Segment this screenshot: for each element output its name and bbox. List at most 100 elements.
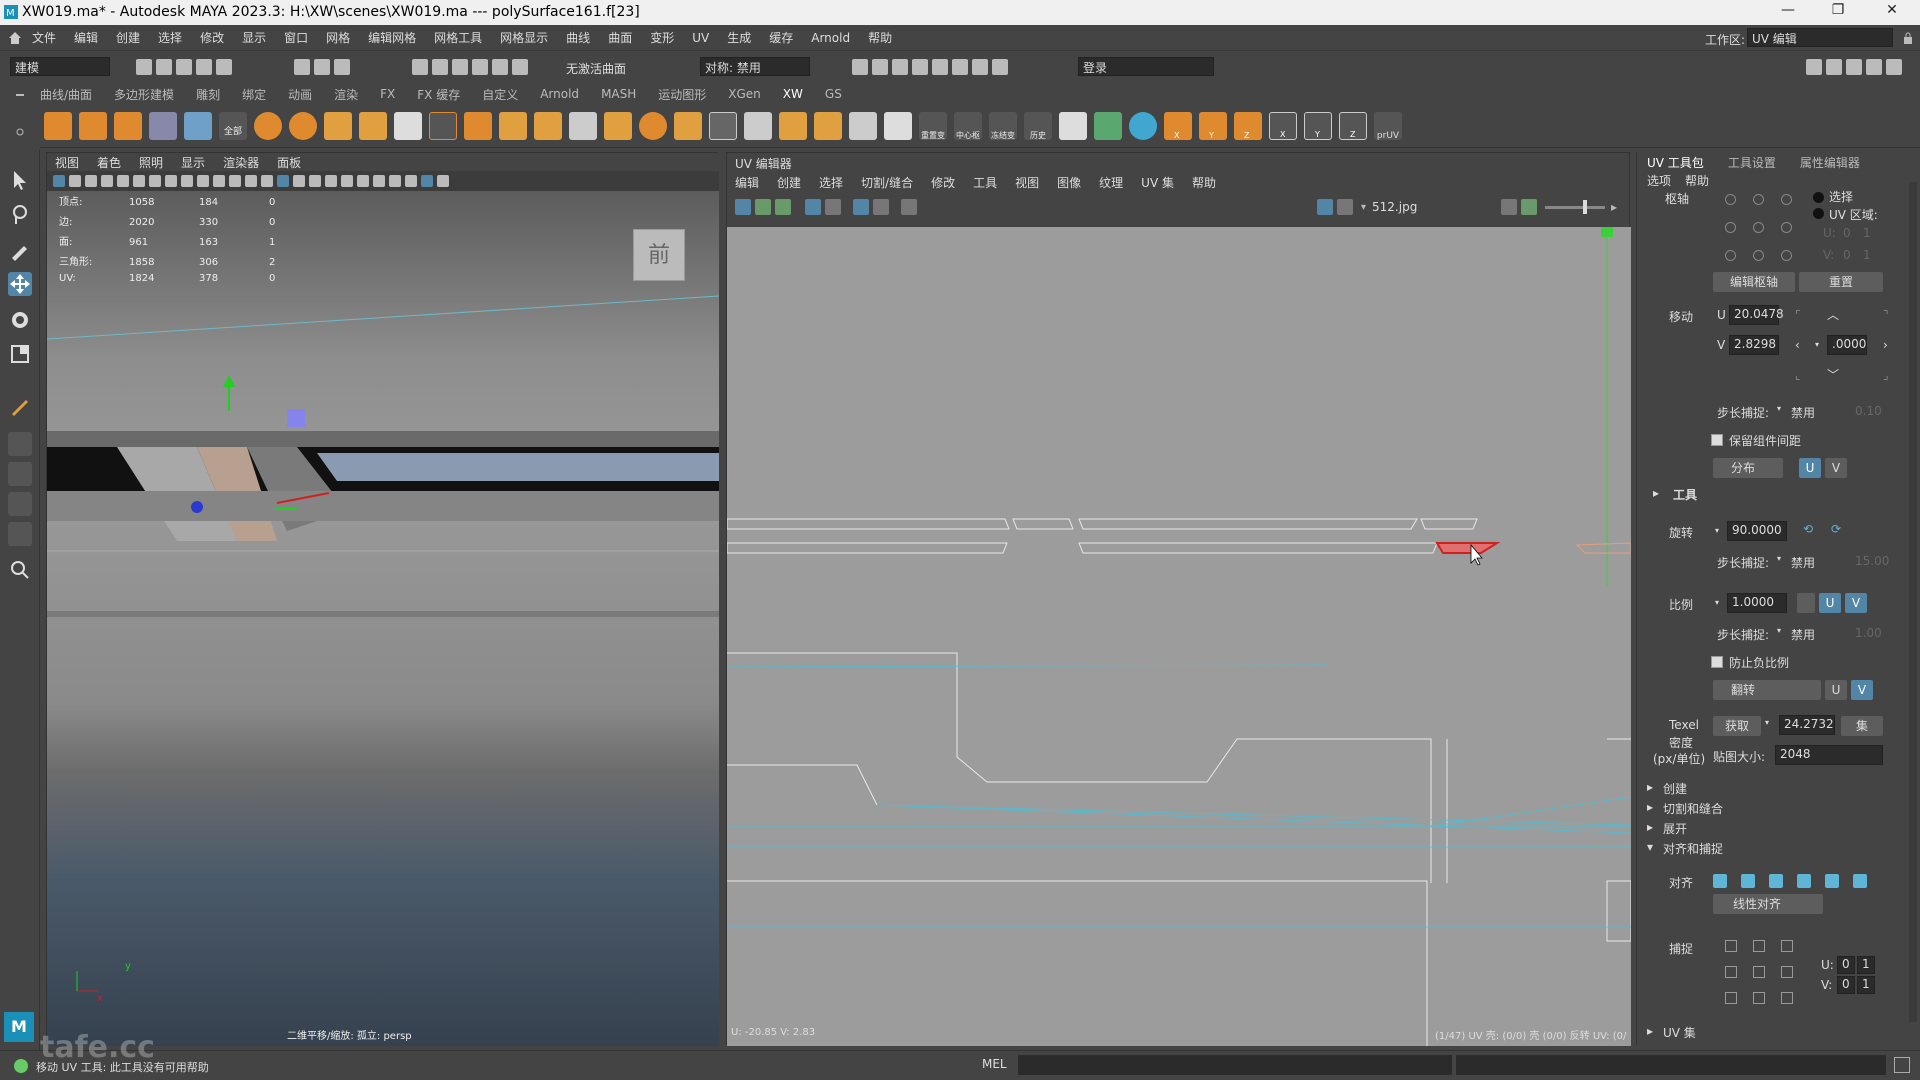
ambient-occlusion-icon[interactable] <box>341 175 353 187</box>
snap-mc-checkbox[interactable] <box>1753 966 1765 978</box>
camera-attributes-icon[interactable] <box>69 175 81 187</box>
uv-editor-menu-item[interactable]: 创建 <box>777 174 801 191</box>
prevent-negative-scale-checkbox[interactable] <box>1711 656 1723 668</box>
last-tool-icon[interactable] <box>8 394 32 418</box>
rotate-cw-icon[interactable]: ⟳ <box>1831 522 1841 536</box>
move-step-dropdown-icon[interactable]: ▾ <box>1815 340 1819 349</box>
shelf-menu-icon[interactable] <box>14 92 26 142</box>
tab-tool-settings[interactable]: 工具设置 <box>1728 154 1776 171</box>
snap-mr-checkbox[interactable] <box>1781 966 1793 978</box>
rotate-tool-icon[interactable] <box>8 308 32 332</box>
menu-item[interactable]: 网格工具 <box>434 29 482 46</box>
pivot-radio-bc[interactable] <box>1753 250 1764 261</box>
character-controls-icon[interactable] <box>1826 59 1842 75</box>
extrude-icon[interactable] <box>324 111 352 140</box>
attribute-editor-icon[interactable] <box>1846 59 1862 75</box>
pivot-radio-mc[interactable] <box>1753 222 1764 233</box>
camera-icon[interactable] <box>901 199 917 215</box>
script-editor-icon[interactable] <box>1894 1057 1910 1073</box>
uv-move-y-icon[interactable]: Y <box>1199 111 1227 140</box>
rotate-field[interactable]: 90.0000 <box>1727 521 1787 541</box>
grease-pencil-icon[interactable] <box>133 175 145 187</box>
dim-image-icon[interactable] <box>1337 199 1353 215</box>
snap-pivot-icon[interactable] <box>512 59 528 75</box>
workspace-dropdown[interactable]: UV 编辑 <box>1747 28 1893 47</box>
move-u-field[interactable]: 20.0478 <box>1729 305 1784 325</box>
motion-blur-icon[interactable] <box>357 175 369 187</box>
align-snap-section-header[interactable]: 对齐和捕捉 <box>1663 840 1723 857</box>
grid-fill-icon[interactable] <box>359 111 387 140</box>
mel-command-input[interactable] <box>1018 1055 1452 1075</box>
menu-item[interactable]: 网格显示 <box>500 29 548 46</box>
menu-item[interactable]: 网格 <box>326 29 350 46</box>
insert-edge-loop-icon[interactable] <box>499 111 527 140</box>
joint-xray-icon[interactable] <box>437 175 449 187</box>
scale-tool-icon[interactable] <box>8 342 32 366</box>
shaded-uv-icon[interactable] <box>873 199 889 215</box>
smooth-shade-icon[interactable] <box>277 175 289 187</box>
menu-item[interactable]: 创建 <box>116 29 140 46</box>
scale-step-snap-arrow-icon[interactable]: ▾ <box>1777 626 1781 635</box>
merge-icon[interactable] <box>569 111 597 140</box>
uv-editor-menu-item[interactable]: 工具 <box>973 174 997 191</box>
multi-cut-icon[interactable] <box>464 111 492 140</box>
shelf-tab[interactable]: MASH <box>601 87 636 101</box>
poly-plane-icon[interactable] <box>149 111 177 140</box>
crease-icon[interactable] <box>674 111 702 140</box>
pause-icon[interactable] <box>992 59 1008 75</box>
append-icon[interactable] <box>394 111 422 140</box>
linear-align-button[interactable]: 线性对齐 <box>1713 894 1823 914</box>
bookmark-icon[interactable] <box>85 175 97 187</box>
maximize-button[interactable]: ❐ <box>1818 2 1858 22</box>
slide-edge-icon[interactable] <box>779 111 807 140</box>
shelf-tab[interactable]: 多边形建模 <box>114 86 174 103</box>
freeze-transform-icon[interactable]: 冻结变 <box>989 111 1017 140</box>
move-down-left-icon[interactable]: ⌞ <box>1795 368 1801 382</box>
modeling-toolkit-icon[interactable] <box>1806 59 1822 75</box>
expand-icon[interactable]: ▸ <box>1611 200 1617 214</box>
uv-set-section-header[interactable]: UV 集 <box>1663 1024 1696 1041</box>
rotate-step-snap-arrow-icon[interactable]: ▾ <box>1777 554 1781 563</box>
textured-icon[interactable] <box>293 175 305 187</box>
resolution-gate-icon[interactable] <box>181 175 193 187</box>
poly-cylinder-icon[interactable] <box>114 111 142 140</box>
move-right-icon[interactable]: › <box>1883 338 1888 352</box>
shelf-tab[interactable]: 自定义 <box>482 86 518 103</box>
open-scene-icon[interactable] <box>156 59 172 75</box>
shelf-tab[interactable]: FX 缓存 <box>417 86 460 103</box>
pen-icon[interactable] <box>744 111 772 140</box>
menu-item[interactable]: 编辑网格 <box>368 29 416 46</box>
mirror-x-icon[interactable]: X <box>1269 111 1297 140</box>
snap-v-max-field[interactable]: 1 <box>1857 976 1875 994</box>
move-step-field[interactable]: .0000 <box>1827 335 1867 355</box>
scale-uniform-button[interactable] <box>1797 593 1815 613</box>
symmetry-dropdown[interactable]: 对称: 禁用 <box>700 57 810 76</box>
shelf-tab[interactable]: XW <box>783 87 803 101</box>
redo-icon[interactable] <box>216 59 232 75</box>
snap-tr-checkbox[interactable] <box>1781 940 1793 952</box>
move-down-right-icon[interactable]: ⌟ <box>1883 368 1889 382</box>
menu-item[interactable]: 显示 <box>242 29 266 46</box>
move-tool-icon[interactable] <box>8 272 32 296</box>
shelf-tab[interactable]: FX <box>380 87 395 101</box>
tool-settings-icon[interactable] <box>1866 59 1882 75</box>
map-size-field[interactable]: 2048 <box>1775 745 1883 765</box>
shelf-tab[interactable]: 绑定 <box>242 86 266 103</box>
2d-pan-icon[interactable] <box>117 175 129 187</box>
pivot-radio-ml[interactable] <box>1725 222 1736 233</box>
duplicate-face-icon[interactable] <box>814 111 842 140</box>
paint-select-tool-icon[interactable] <box>8 238 32 262</box>
outliner-icon[interactable] <box>8 522 32 546</box>
align-snap-expand-icon[interactable]: ▾ <box>1647 840 1653 854</box>
uv-editor-menu-item[interactable]: 图像 <box>1057 174 1081 191</box>
gate-mask-icon[interactable] <box>197 175 209 187</box>
select-all-icon[interactable]: 全部 <box>219 111 247 140</box>
undo-icon[interactable] <box>196 59 212 75</box>
home-icon[interactable] <box>8 31 22 45</box>
center-pivot-icon[interactable]: 中心枢 <box>954 111 982 140</box>
texel-dropdown-icon[interactable]: ▾ <box>1765 718 1769 727</box>
checker-map-icon[interactable] <box>853 199 869 215</box>
zoom-icon[interactable] <box>8 558 32 582</box>
reset-button[interactable]: 重置 <box>1799 272 1883 292</box>
menu-item[interactable]: 缓存 <box>769 29 793 46</box>
